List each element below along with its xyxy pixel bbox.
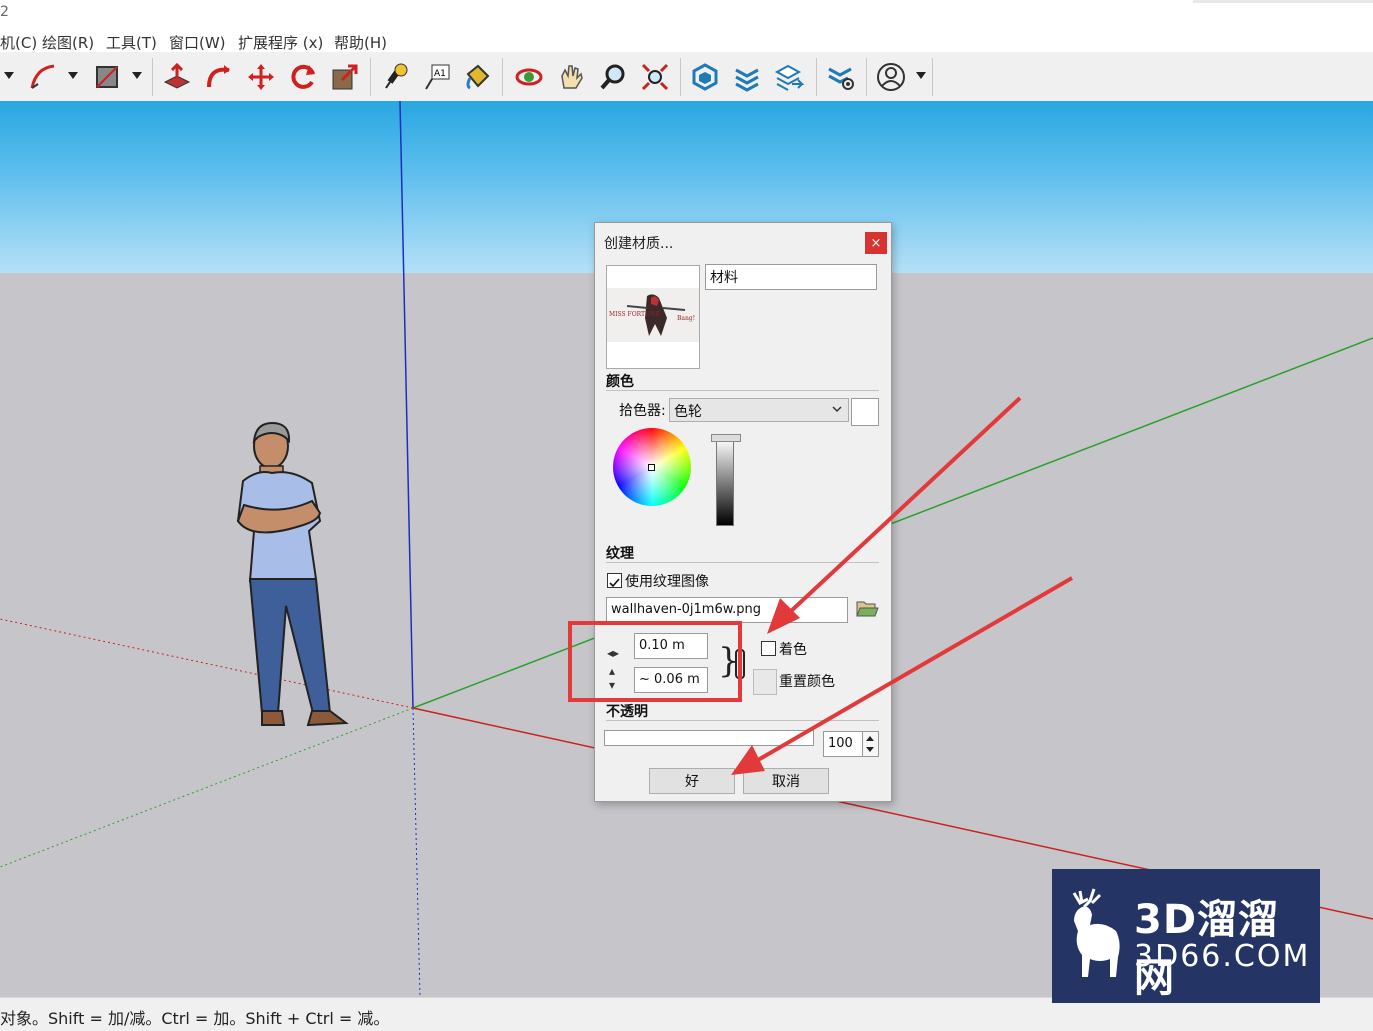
thumbnail-caption-bang: Bang! [677, 315, 695, 322]
color-picker-label: 拾色器: [619, 403, 666, 419]
zoom-extents-icon[interactable] [638, 60, 672, 94]
status-text: 对象。Shift = 加/减。Ctrl = 加。Shift + Ctrl = 减… [0, 1009, 390, 1028]
reset-color-button[interactable] [753, 669, 777, 695]
dropdown-arrow-icon[interactable] [4, 72, 14, 79]
orbit-icon[interactable] [512, 60, 546, 94]
blue-axis [399, 101, 414, 709]
zoom-icon[interactable] [596, 60, 630, 94]
paint-bucket-icon[interactable] [460, 60, 494, 94]
text-label-icon[interactable]: A1 [420, 60, 454, 94]
toolbar: A1 [0, 52, 1373, 101]
toolbar-separator [502, 58, 503, 96]
spin-up-icon[interactable] [866, 736, 874, 741]
section-divider [606, 390, 879, 391]
create-material-dialog: 创建材质... × MISS FORTUNE Bang! 材料 颜色 拾色器: … [594, 222, 892, 802]
pan-icon[interactable] [554, 60, 588, 94]
watermark-url: 3D66.COM [1134, 939, 1311, 974]
dropdown-arrow-icon[interactable] [132, 72, 142, 79]
reset-color-label[interactable]: 重置颜色 [779, 671, 835, 691]
extension-manager-icon[interactable] [824, 60, 858, 94]
menu-bar: 机(C) 绘图(R) 工具(T) 窗口(W) 扩展程序 (x) 帮助(H) [0, 28, 1373, 54]
dropdown-arrow-icon[interactable] [916, 72, 926, 79]
annotation-highlight-box [568, 621, 742, 702]
browse-folder-icon[interactable] [855, 598, 879, 620]
toolbar-separator [816, 58, 817, 96]
tape-measure-icon[interactable] [378, 60, 412, 94]
person-figure [236, 421, 349, 727]
use-texture-label: 使用纹理图像 [625, 574, 709, 590]
toolbar-separator [680, 58, 681, 96]
toolbar-separator [370, 58, 371, 96]
extension-warehouse-icon[interactable] [730, 60, 764, 94]
texture-preview-image: MISS FORTUNE Bang! [607, 288, 699, 342]
material-thumbnail: MISS FORTUNE Bang! [606, 265, 700, 369]
opacity-spinner[interactable] [862, 731, 879, 757]
brightness-slider-thumb[interactable] [711, 434, 741, 442]
warehouse-icon[interactable] [688, 60, 722, 94]
color-wheel-marker[interactable] [648, 464, 655, 471]
menu-tools[interactable]: 工具(T) [106, 32, 157, 53]
menu-draw[interactable]: 绘图(R) [42, 32, 94, 53]
push-pull-icon[interactable] [160, 60, 194, 94]
ok-button[interactable]: 好 [649, 768, 735, 794]
opacity-slider[interactable] [604, 730, 814, 746]
opacity-section-heading: 不透明 [606, 704, 648, 720]
toolbar-separator [932, 58, 933, 96]
colorize-checkbox[interactable] [761, 641, 776, 656]
color-wheel[interactable] [613, 428, 691, 506]
checkmark-icon [609, 578, 620, 588]
color-swatch[interactable] [851, 398, 879, 426]
deer-logo-icon [1072, 888, 1120, 977]
color-section-heading: 颜色 [606, 374, 634, 390]
toolbar-separator [866, 58, 867, 96]
red-axis-negative [0, 618, 414, 709]
section-divider [606, 720, 879, 721]
green-axis-negative [0, 707, 414, 868]
move-icon[interactable] [244, 60, 278, 94]
thumbnail-caption: MISS FORTUNE [609, 311, 660, 318]
menu-extensions[interactable]: 扩展程序 (x) [238, 32, 323, 53]
opacity-value-input[interactable]: 100 [823, 731, 863, 757]
toolbar-separator [152, 58, 153, 96]
blue-axis-negative [412, 707, 421, 997]
section-divider [606, 562, 879, 563]
arc-icon[interactable] [26, 60, 60, 94]
window-title: 2 [0, 4, 9, 20]
dialog-title: 创建材质... [604, 236, 674, 252]
menu-camera[interactable]: 机(C) [0, 32, 37, 53]
colorize-label: 着色 [779, 642, 807, 658]
color-picker-value: 色轮 [674, 404, 702, 420]
rotate-icon[interactable] [286, 60, 320, 94]
chevron-down-icon [832, 406, 842, 413]
material-name-input[interactable]: 材料 [705, 264, 877, 290]
account-icon[interactable] [874, 60, 908, 94]
green-axis [412, 337, 1373, 709]
layout-icon[interactable] [772, 60, 806, 94]
watermark: 3D溜溜网 3D66.COM [1052, 869, 1320, 1003]
menu-window[interactable]: 窗口(W) [169, 32, 226, 53]
scale-icon[interactable] [328, 60, 362, 94]
shape-icon[interactable] [90, 60, 124, 94]
texture-section-heading: 纹理 [606, 546, 634, 562]
texture-file-input[interactable]: wallhaven-0j1m6w.png [606, 597, 848, 623]
use-texture-checkbox[interactable] [607, 573, 622, 588]
cancel-button[interactable]: 取消 [743, 768, 829, 794]
dropdown-arrow-icon[interactable] [68, 72, 78, 79]
text-tool-glyph: A1 [434, 69, 446, 79]
color-picker-select[interactable]: 色轮 [669, 398, 849, 422]
follow-me-icon[interactable] [202, 60, 236, 94]
close-button[interactable]: × [865, 232, 887, 254]
title-bar-edge [1193, 0, 1373, 3]
brightness-slider[interactable] [716, 438, 734, 526]
menu-help[interactable]: 帮助(H) [334, 32, 387, 53]
spin-down-icon[interactable] [866, 747, 874, 752]
